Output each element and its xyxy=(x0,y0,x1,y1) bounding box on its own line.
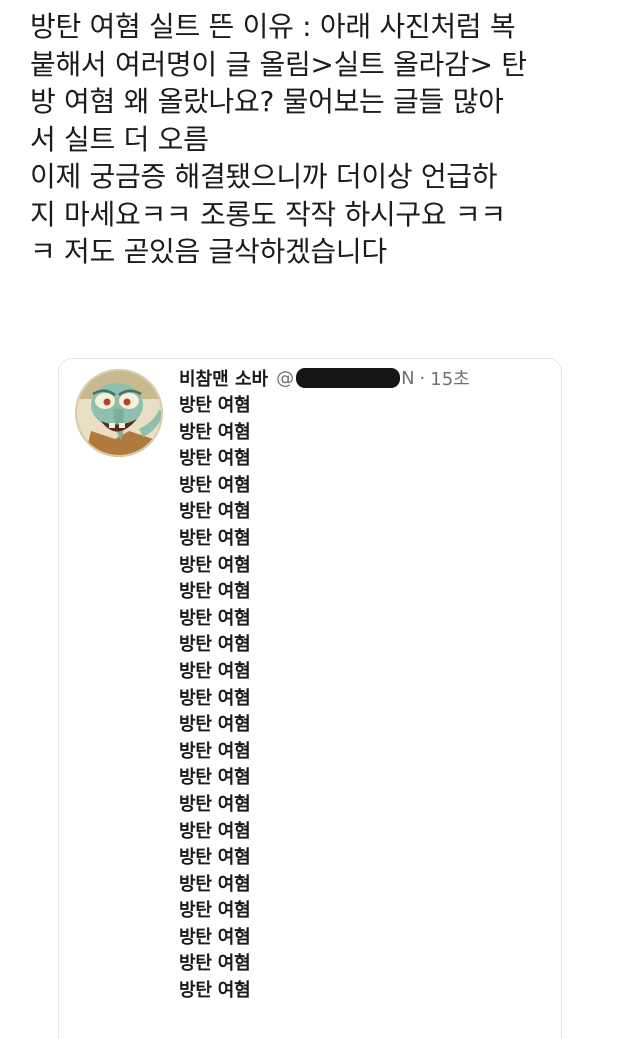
post-text-line: 지 마세요ㅋㅋ 조롱도 작작 하시구요 ㅋㅋ xyxy=(30,197,506,231)
tweet-body-line: 방탄 여혐 xyxy=(179,634,251,656)
quoted-tweet-card[interactable]: 비참맨 소바 @ N · 15초 방탄 여혐 방탄 여혐 방탄 여혐 방탄 여혐… xyxy=(58,358,562,1039)
post-text: 방탄 여혐 실트 뜬 이유 : 아래 사진처럼 복 붙해서 여러명이 글 올림>… xyxy=(30,8,590,271)
post-text-line: 이제 궁금증 해결됐으니까 더이상 언급하 xyxy=(30,160,498,193)
tweet-body-line: 방탄 여혐 xyxy=(179,474,251,496)
tweet-body-line: 방탄 여혐 xyxy=(179,421,251,443)
tweet-body-line: 방탄 여혐 xyxy=(179,740,251,762)
handle-prefix[interactable]: @ xyxy=(276,368,294,389)
post-text-line: 방탄 여혐 실트 뜬 이유 : 아래 사진처럼 복 xyxy=(30,10,516,43)
display-name[interactable]: 비참맨 소바 xyxy=(179,365,268,391)
tweet-body-line: 방탄 여혐 xyxy=(179,980,251,1002)
avatar-image xyxy=(75,369,163,457)
tweet-timestamp[interactable]: 15초 xyxy=(430,365,469,391)
tweet-body-line: 방탄 여혐 xyxy=(179,660,251,682)
tweet-body-line: 방탄 여혐 xyxy=(179,953,251,975)
post-text-line: 서 실트 더 오름 xyxy=(30,122,209,156)
tweet-body: 방탄 여혐 방탄 여혐 방탄 여혐 방탄 여혐 방탄 여혐 방탄 여혐 방탄 여… xyxy=(179,393,251,1005)
squidward-avatar-icon[interactable] xyxy=(75,369,163,457)
tweet-body-line: 방탄 여혐 xyxy=(179,847,251,869)
tweet-body-line: 방탄 여혐 xyxy=(179,900,251,922)
tweet-body-line: 방탄 여혐 xyxy=(179,501,251,523)
tweet-body-line: 방탄 여혐 xyxy=(179,820,251,842)
tweet-body-line: 방탄 여혐 xyxy=(179,767,251,789)
handle-suffix[interactable]: N xyxy=(401,368,414,389)
tweet-body-line: 방탄 여혐 xyxy=(179,607,251,629)
handle-redaction xyxy=(296,368,401,388)
tweet-body-line: 방탄 여혐 xyxy=(179,448,251,470)
tweet-header: 비참맨 소바 @ N · 15초 xyxy=(179,365,470,391)
post-text-line: 붙해서 여러명이 글 올림>실트 올라감> 탄 xyxy=(30,47,527,81)
tweet-body-line: 방탄 여혐 xyxy=(179,581,251,603)
tweet-body-line: 방탄 여혐 xyxy=(179,793,251,815)
separator-dot: · xyxy=(419,367,426,389)
tweet-body-line: 방탄 여혐 xyxy=(179,554,251,576)
tweet-body-line: 방탄 여혐 xyxy=(179,527,251,549)
tweet-body-line: 방탄 여혐 xyxy=(179,873,251,895)
post-text-line: ㅋ 저도 곧있음 글삭하겠습니다 xyxy=(30,235,387,268)
post-text-line: 방 여혐 왜 올랐나요? 물어보는 글들 많아 xyxy=(30,85,504,118)
tweet-body-line: 방탄 여혐 xyxy=(179,395,251,416)
tweet-body-line: 방탄 여혐 xyxy=(179,714,251,736)
tweet-body-line: 방탄 여혐 xyxy=(179,926,251,948)
tweet-body-line: 방탄 여혐 xyxy=(179,687,251,709)
